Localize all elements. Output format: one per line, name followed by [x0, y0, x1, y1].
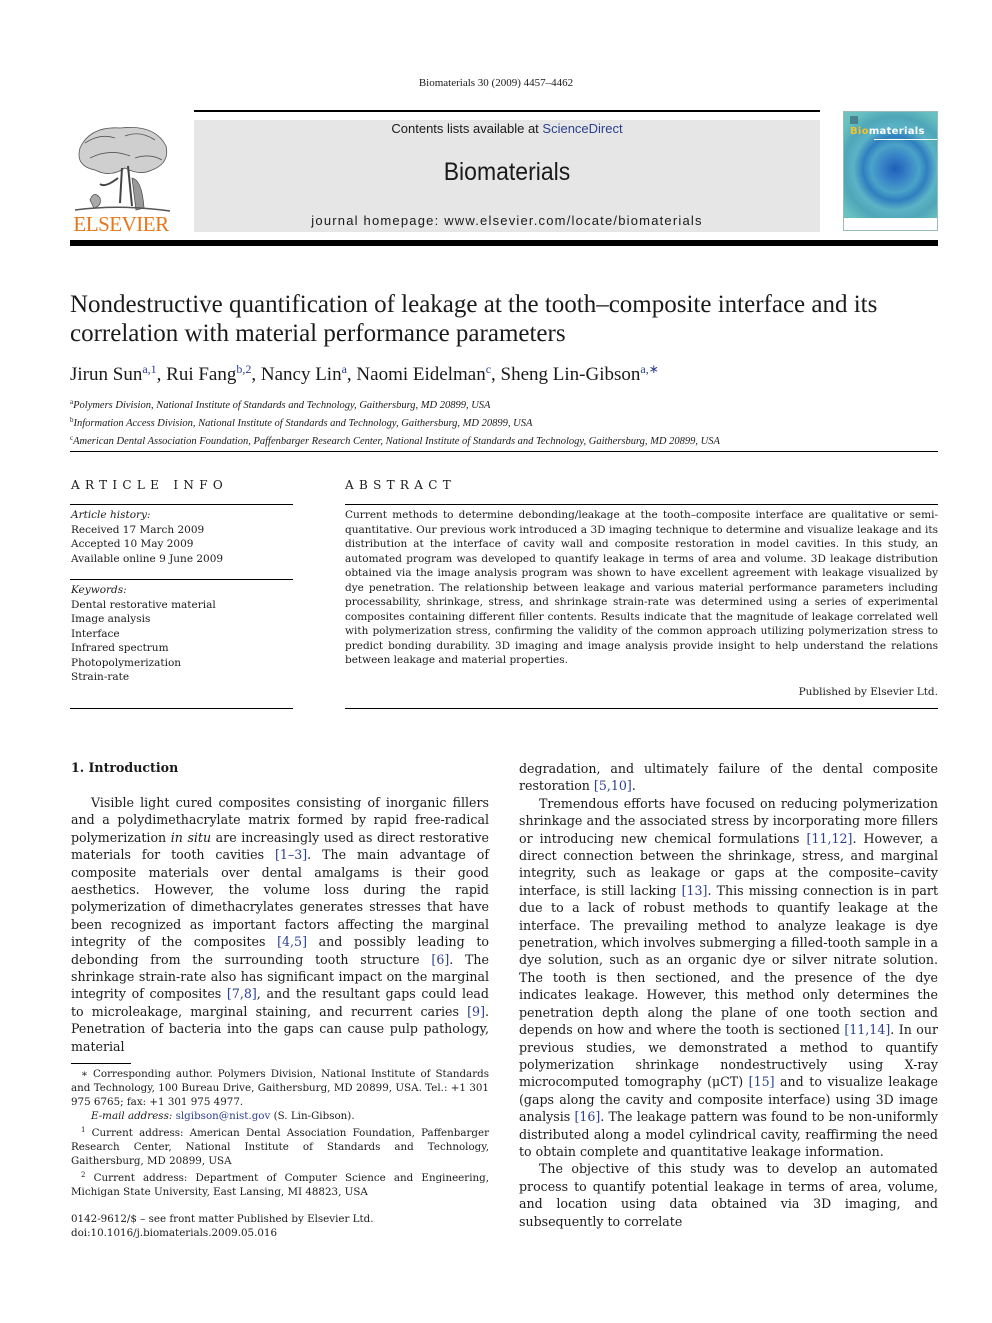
abstract-text: Current methods to determine debonding/l… [345, 509, 938, 666]
body-column-left: Visible light cured composites consistin… [71, 794, 489, 1055]
footnote-corresponding: ∗ Corresponding author. Polymers Divisio… [71, 1068, 489, 1108]
history-received: Received 17 March 2009 [71, 523, 205, 536]
footnote-1: 1 Current address: American Dental Assoc… [71, 1126, 489, 1167]
affiliation: aPolymers Division, National Institute o… [70, 398, 491, 411]
divider [70, 708, 293, 709]
footnote-email: E-mail address: slgibson@nist.gov (S. Li… [91, 1110, 355, 1122]
header-thick-rule [70, 240, 938, 246]
citation-link[interactable]: [1–3] [275, 847, 307, 862]
affiliation: bInformation Access Division, National I… [70, 416, 533, 429]
author-list: Jirun Suna,1, Rui Fangb,2, Nancy Lina, N… [70, 362, 659, 385]
body-column-right: degradation, and ultimately failure of t… [519, 760, 938, 1230]
author: Nancy Lina [260, 362, 347, 385]
cover-rule [874, 139, 937, 140]
abstract-heading: ABSTRACT [345, 478, 456, 492]
citation-link[interactable]: [4,5] [277, 934, 307, 949]
keyword: Strain-rate [71, 671, 130, 683]
author: Sheng Lin-Gibsona,∗ [500, 362, 659, 385]
journal-banner: Contents lists available at ScienceDirec… [194, 120, 820, 232]
doi-link[interactable]: doi:10.1016/j.biomaterials.2009.05.016 [71, 1226, 374, 1240]
contents-line: Contents lists available at ScienceDirec… [194, 120, 820, 136]
affiliations: aPolymers Division, National Institute o… [70, 395, 720, 449]
article-title: Nondestructive quantification of leakage… [70, 291, 878, 347]
citation-link[interactable]: [11,14] [844, 1022, 890, 1037]
history-accepted: Accepted 10 May 2009 [71, 538, 194, 550]
footnote-rule [71, 1063, 131, 1064]
history-label: Article history: [71, 509, 151, 521]
citation-link[interactable]: [11,12] [807, 831, 853, 846]
keyword: Photopolymerization [71, 656, 182, 669]
header-rule [194, 110, 820, 112]
email-link[interactable]: slgibson@nist.gov [176, 1110, 271, 1122]
article-history: Article history: Received 17 March 2009 … [71, 508, 223, 566]
citation-link[interactable]: [9] [467, 1004, 485, 1019]
keyword: Image analysis [71, 613, 151, 625]
citation-link[interactable]: [15] [749, 1074, 775, 1089]
citation-link[interactable]: [6] [431, 952, 449, 967]
journal-name: Biomaterials [443, 158, 571, 186]
copyright-block: 0142-9612/$ – see front matter Published… [71, 1212, 374, 1240]
citation-link[interactable]: [7,8] [227, 986, 257, 1001]
author: Rui Fangb,2 [166, 362, 252, 385]
paragraph: The objective of this study was to devel… [519, 1161, 938, 1229]
author: Jirun Suna,1 [70, 362, 157, 385]
paragraph: Tremendous efforts have focused on reduc… [519, 795, 939, 1159]
affiliation-rule [70, 451, 938, 452]
citation-link[interactable]: [13] [682, 883, 708, 898]
journal-homepage-link[interactable]: journal homepage: www.elsevier.com/locat… [194, 213, 820, 228]
footnote-2: 2 Current address: Department of Compute… [71, 1171, 489, 1198]
citation-link[interactable]: [16] [574, 1109, 600, 1124]
article-info-heading: ARTICLE INFO [71, 478, 228, 492]
abstract-published-by: Published by Elsevier Ltd. [798, 686, 938, 698]
citation-link[interactable]: [5,10] [594, 778, 632, 793]
keyword: Infrared spectrum [71, 642, 169, 654]
divider [70, 504, 293, 505]
contents-prefix: Contents lists available at [391, 121, 543, 136]
footnotes: ∗ Corresponding author. Polymers Divisio… [71, 1067, 489, 1199]
paragraph: Visible light cured composites consistin… [71, 795, 489, 1054]
journal-cover-image: Biomaterials [843, 111, 938, 231]
divider [70, 579, 293, 580]
section-heading-introduction: 1. Introduction [71, 760, 179, 775]
keywords: Keywords: Dental restorative material Im… [71, 583, 216, 685]
divider [345, 708, 938, 709]
divider [345, 504, 938, 505]
keywords-label: Keywords: [71, 584, 127, 596]
cover-footer [844, 218, 937, 230]
sciencedirect-link[interactable]: ScienceDirect [542, 121, 622, 136]
cover-emblem-icon [850, 116, 858, 124]
keyword: Dental restorative material [71, 598, 216, 611]
history-online: Available online 9 June 2009 [71, 552, 224, 565]
running-head: Biomaterials 30 (2009) 4457–4462 [418, 77, 574, 89]
publisher-name: ELSEVIER [73, 212, 169, 236]
author: Naomi Eidelmanc [356, 362, 492, 385]
paragraph-continued: degradation, and ultimately failure of t… [519, 761, 938, 794]
keyword: Interface [71, 627, 120, 640]
affiliation: cAmerican Dental Association Foundation,… [70, 434, 720, 447]
cover-title: Biomaterials [850, 126, 925, 137]
issn-line: 0142-9612/$ – see front matter Published… [71, 1213, 374, 1225]
